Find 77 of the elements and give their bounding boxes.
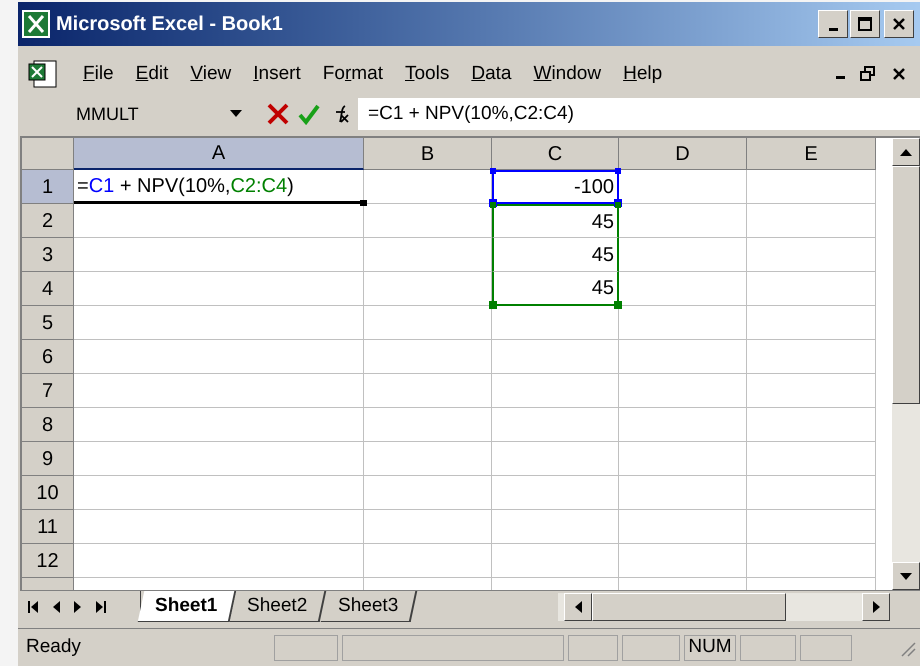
range-handle-icon[interactable] [614,301,622,309]
right-arrow-icon [872,600,880,612]
column-header[interactable]: D [619,138,747,170]
row-header[interactable]: 1 [22,170,74,204]
row-header[interactable]: 7 [22,374,74,408]
up-arrow-icon [900,148,912,156]
dropdown-caret-icon[interactable] [230,110,242,118]
row-header[interactable]: 10 [22,476,74,510]
range-handle-icon[interactable] [490,168,496,174]
range-handle-icon[interactable] [489,301,497,309]
vertical-scrollbar[interactable] [892,138,920,590]
status-panel [274,634,338,660]
close-icon [892,17,906,31]
range-handle-icon[interactable] [615,168,621,174]
down-arrow-icon [900,572,912,580]
status-panel [800,634,852,660]
status-panel [622,634,680,660]
status-panel [740,634,796,660]
status-text: Ready [25,635,82,660]
restore-icon[interactable] [860,66,876,82]
checkmark-icon[interactable] [298,103,320,125]
scroll-up-button[interactable] [892,138,920,166]
menu-item[interactable]: Tools [394,58,460,90]
column-header[interactable]: E [747,138,876,170]
row-header[interactable]: 3 [22,238,74,272]
menu-item[interactable]: File [72,58,125,90]
menu-item[interactable]: Window [522,58,612,90]
column-header[interactable]: A [74,138,364,170]
maximize-icon [858,17,872,31]
scroll-right-button[interactable] [862,592,890,620]
row-header[interactable]: 5 [22,306,74,340]
table-cell: -100 [492,170,619,204]
menu-item[interactable]: Edit [124,58,180,90]
left-arrow-icon [574,600,582,612]
scroll-down-button[interactable] [892,562,920,590]
column-header[interactable]: B [364,138,492,170]
cancel-icon[interactable] [266,102,290,126]
row-header[interactable]: 8 [22,408,74,442]
row-header[interactable]: 6 [22,340,74,374]
status-panel [568,634,618,660]
menu-item[interactable]: Format [312,58,394,90]
horizontal-scroll-thumb[interactable] [592,592,786,620]
row-header[interactable]: 9 [22,442,74,476]
table-cell: 45 [492,238,619,272]
table-cell: =C1 + NPV(10%,C2:C4) [74,170,364,204]
row-header[interactable]: 2 [22,204,74,238]
column-header[interactable]: C [492,138,619,170]
menu-item[interactable]: Insert [242,58,312,90]
spreadsheet-logo-icon [22,10,50,38]
window-title: Microsoft Excel - Book1 [56,12,284,37]
sheet-tab[interactable]: Sheet2 [230,591,327,622]
minimize-button[interactable] [818,10,848,38]
fill-handle-icon[interactable] [360,200,367,206]
last-sheet-icon[interactable] [96,600,106,612]
row-header[interactable]: 11 [22,510,74,544]
next-sheet-icon[interactable] [74,600,82,612]
sheet-tab[interactable]: Sheet1 [138,591,237,622]
previous-sheet-icon[interactable] [52,600,60,612]
table-cell: 45 [492,204,619,238]
minimize-icon [828,28,838,31]
formula-field[interactable]: =C1 + NPV(10%,C2:C4) [358,98,920,130]
scroll-thumb[interactable] [892,166,920,404]
status-indicator: NUM [684,634,736,660]
sheet-tab[interactable]: Sheet3 [320,591,418,622]
menu-item[interactable]: Data [460,58,522,90]
row-header[interactable]: 4 [22,272,74,306]
menu-item[interactable]: Help [612,58,674,90]
name-box[interactable]: MMULT [18,99,248,129]
first-sheet-icon[interactable] [28,600,38,612]
close-button[interactable] [884,10,914,38]
maximize-button[interactable] [850,10,880,38]
select-all-corner[interactable] [22,138,74,170]
row-header[interactable]: 12 [22,544,74,578]
menu-item[interactable]: View [179,58,242,90]
table-cell: 45 [492,272,619,306]
close-icon[interactable] [892,67,906,81]
scroll-left-button[interactable] [564,592,592,620]
